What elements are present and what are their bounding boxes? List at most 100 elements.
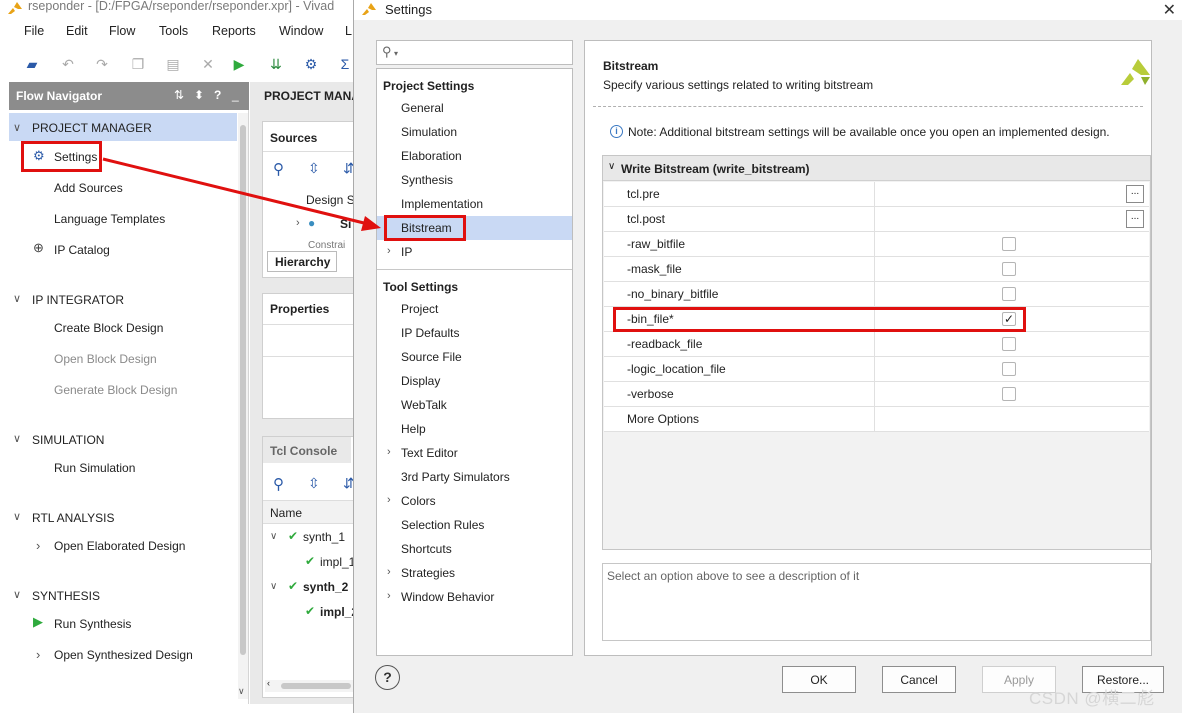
nav-item-open-synthesized-design[interactable]: Open Synthesized Design <box>54 648 193 662</box>
help-icon[interactable]: ? <box>375 665 400 690</box>
settings-gear-icon[interactable]: ⚙ <box>301 54 321 74</box>
chevron-down-icon[interactable]: ∨ <box>13 121 21 134</box>
cat-selection-rules[interactable]: Selection Rules <box>401 518 484 532</box>
collapse-all-icon[interactable]: ⇅ <box>174 88 184 102</box>
minimize-icon[interactable]: _ <box>232 88 239 102</box>
chevron-right-icon[interactable]: › <box>387 494 391 506</box>
cat-implementation[interactable]: Implementation <box>401 197 483 211</box>
raw-bitfile-checkbox[interactable] <box>1002 237 1016 251</box>
option-row-logic-location-file[interactable]: -logic_location_file <box>604 357 1149 382</box>
chevron-down-icon[interactable]: ∨ <box>13 510 21 523</box>
scroll-down-icon[interactable]: ∨ <box>238 686 245 697</box>
chevron-right-icon[interactable]: › <box>387 245 391 257</box>
run-impl-1[interactable]: impl_1 <box>320 555 355 569</box>
nav-item-language-templates[interactable]: Language Templates <box>54 212 165 226</box>
tree-constraints[interactable]: Constrai <box>308 240 345 251</box>
nav-item-add-sources[interactable]: Add Sources <box>54 181 123 195</box>
nav-item-run-synthesis[interactable]: Run Synthesis <box>54 617 131 631</box>
menu-tools[interactable]: Tools <box>159 24 188 38</box>
menu-layout[interactable]: L <box>345 24 352 38</box>
cat-general[interactable]: General <box>401 101 444 115</box>
menu-file[interactable]: File <box>24 24 44 38</box>
cat-3rd-party-simulators[interactable]: 3rd Party Simulators <box>401 470 510 484</box>
search-icon[interactable]: ⚲ <box>273 475 284 493</box>
chevron-right-icon[interactable]: › <box>296 217 300 229</box>
write-bitstream-group-header[interactable]: ∨ Write Bitstream (write_bitstream) <box>603 156 1150 181</box>
flow-navigator-scrollbar[interactable] <box>238 113 248 699</box>
close-icon[interactable]: ✕ <box>1163 0 1176 20</box>
collapse-icon[interactable]: ⇳ <box>308 475 320 492</box>
no-binary-bitfile-checkbox[interactable] <box>1002 287 1016 301</box>
tree-top-module[interactable]: Si <box>340 217 351 231</box>
option-row-no-binary-bitfile[interactable]: -no_binary_bitfile <box>604 282 1149 307</box>
paste-icon[interactable]: ▤ <box>163 54 183 74</box>
settings-search-input[interactable]: ⚲ ▾ <box>376 40 573 65</box>
copy-icon[interactable]: ❐ <box>128 54 148 74</box>
hierarchy-tab[interactable]: Hierarchy <box>267 251 337 272</box>
nav-item-generate-block-design[interactable]: Generate Block Design <box>54 383 177 397</box>
run-synth-2[interactable]: synth_2 <box>303 580 348 594</box>
expand-icon[interactable]: ⬍ <box>194 88 204 102</box>
nav-section-project-manager[interactable]: PROJECT MANAGER <box>32 121 152 135</box>
chevron-down-icon[interactable]: ∨ <box>608 161 615 172</box>
delete-icon[interactable]: ✕ <box>198 54 218 74</box>
option-row-raw-bitfile[interactable]: -raw_bitfile <box>604 232 1149 257</box>
redo-icon[interactable]: ↷ <box>92 54 112 74</box>
cat-colors[interactable]: Colors <box>401 494 436 508</box>
cat-source-file[interactable]: Source File <box>401 350 462 364</box>
verbose-checkbox[interactable] <box>1002 387 1016 401</box>
cat-elaboration[interactable]: Elaboration <box>401 149 462 163</box>
run-synth-1[interactable]: synth_1 <box>303 530 345 544</box>
cat-ip-defaults[interactable]: IP Defaults <box>401 326 459 340</box>
menu-edit[interactable]: Edit <box>66 24 88 38</box>
collapse-icon[interactable]: ⇳ <box>308 160 320 177</box>
cat-webtalk[interactable]: WebTalk <box>401 398 447 412</box>
cat-display[interactable]: Display <box>401 374 440 388</box>
chevron-down-icon[interactable]: ∨ <box>270 581 277 592</box>
chevron-right-icon[interactable]: › <box>387 566 391 578</box>
nav-item-run-simulation[interactable]: Run Simulation <box>54 461 135 475</box>
nav-section-synthesis[interactable]: SYNTHESIS <box>32 589 100 603</box>
ok-button[interactable]: OK <box>782 666 856 693</box>
menu-reports[interactable]: Reports <box>212 24 256 38</box>
chevron-right-icon[interactable]: › <box>387 446 391 458</box>
scroll-left-icon[interactable]: ‹ <box>267 678 270 688</box>
menu-flow[interactable]: Flow <box>109 24 135 38</box>
cat-window-behavior[interactable]: Window Behavior <box>401 590 494 604</box>
browse-button[interactable]: ... <box>1126 185 1144 203</box>
option-row-tcl-post[interactable]: tcl.post ... <box>604 207 1149 232</box>
nav-item-create-block-design[interactable]: Create Block Design <box>54 321 163 335</box>
nav-section-simulation[interactable]: SIMULATION <box>32 433 104 447</box>
cat-help[interactable]: Help <box>401 422 426 436</box>
tree-design-sources[interactable]: Design S <box>306 193 355 207</box>
option-row-mask-file[interactable]: -mask_file <box>604 257 1149 282</box>
cat-simulation[interactable]: Simulation <box>401 125 457 139</box>
option-row-readback-file[interactable]: -readback_file <box>604 332 1149 357</box>
nav-item-ip-catalog[interactable]: IP Catalog <box>54 243 110 257</box>
cat-shortcuts[interactable]: Shortcuts <box>401 542 452 556</box>
search-icon[interactable]: ⚲ <box>273 160 284 178</box>
mask-file-checkbox[interactable] <box>1002 262 1016 276</box>
program-download-icon[interactable]: ⇊ <box>266 54 286 74</box>
chevron-down-icon[interactable]: ∨ <box>13 292 21 305</box>
undo-icon[interactable]: ↶ <box>58 54 78 74</box>
cat-strategies[interactable]: Strategies <box>401 566 455 580</box>
browse-button[interactable]: ... <box>1126 210 1144 228</box>
option-row-more-options[interactable]: More Options <box>604 407 1149 432</box>
readback-file-checkbox[interactable] <box>1002 337 1016 351</box>
option-row-verbose[interactable]: -verbose <box>604 382 1149 407</box>
cat-project[interactable]: Project <box>401 302 438 316</box>
chevron-right-icon[interactable]: › <box>387 590 391 602</box>
cat-text-editor[interactable]: Text Editor <box>401 446 458 460</box>
chevron-right-icon[interactable]: › <box>36 647 40 662</box>
open-folder-icon[interactable]: ▰ <box>22 54 42 74</box>
tcl-console-tab[interactable]: Tcl Console <box>263 437 351 463</box>
help-icon[interactable]: ? <box>214 88 221 102</box>
chevron-right-icon[interactable]: › <box>36 538 40 553</box>
nav-item-open-elaborated-design[interactable]: Open Elaborated Design <box>54 539 185 553</box>
chevron-down-icon[interactable]: ∨ <box>270 531 277 542</box>
sigma-icon[interactable]: Σ <box>335 54 355 74</box>
menu-window[interactable]: Window <box>279 24 323 38</box>
chevron-down-icon[interactable]: ∨ <box>13 588 21 601</box>
cancel-button[interactable]: Cancel <box>882 666 956 693</box>
